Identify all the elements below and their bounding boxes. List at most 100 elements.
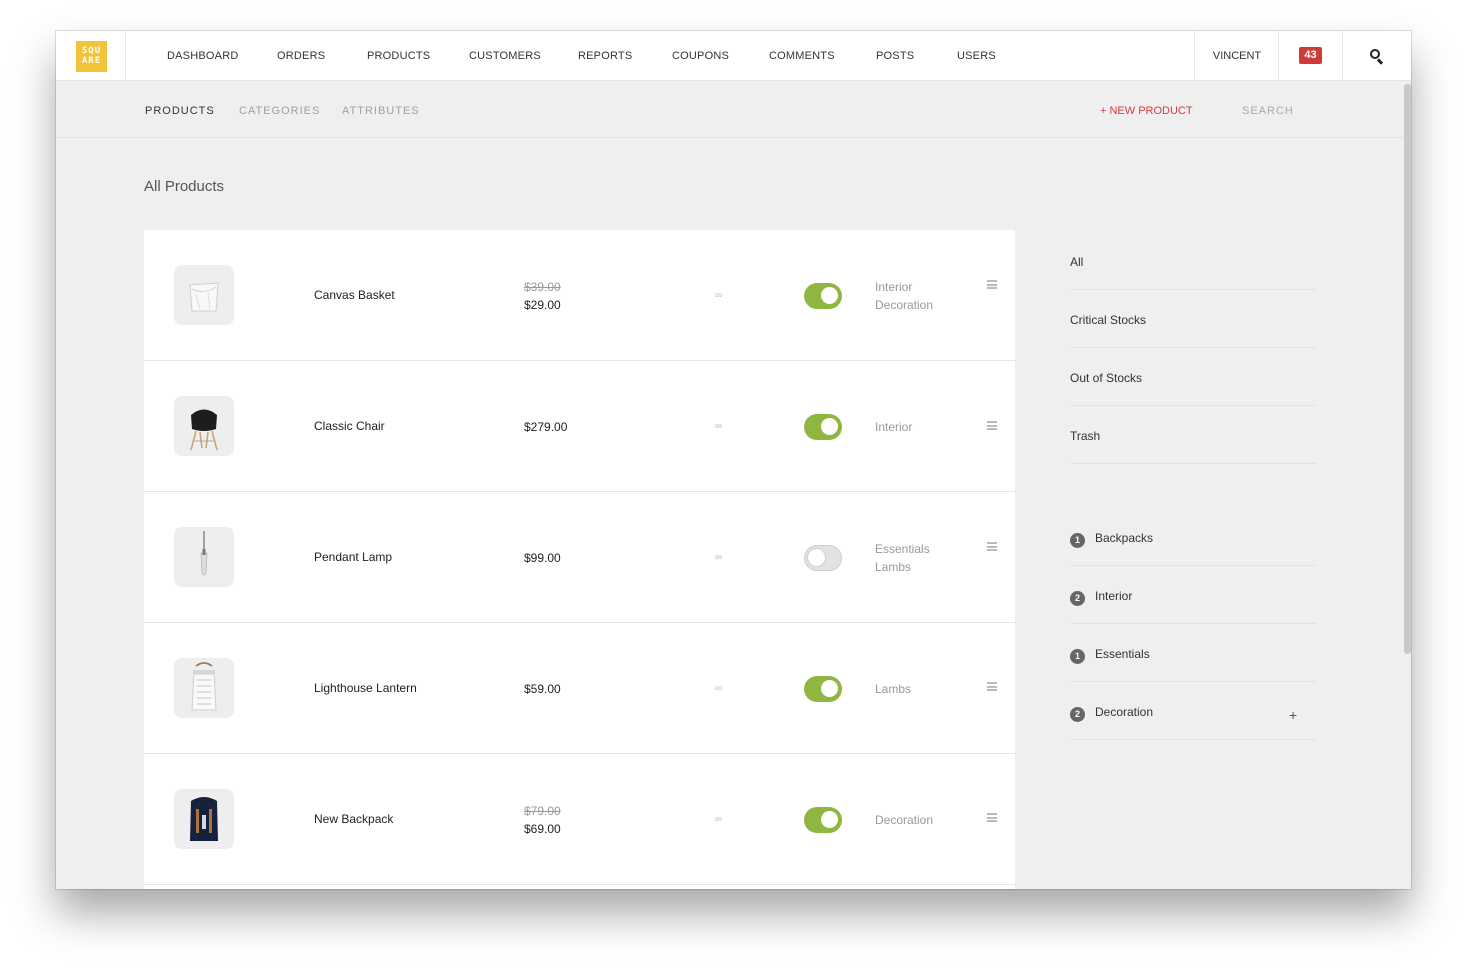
category-tag: Lambs (875, 681, 912, 696)
drag-handle-icon[interactable] (987, 421, 997, 430)
new-product-button[interactable]: + NEW PRODUCT (1100, 81, 1193, 138)
sub-navigation: PRODUCTS CATEGORIES ATTRIBUTES + NEW PRO… (56, 81, 1411, 138)
category-count-badge: 1 (1070, 649, 1085, 664)
product-price: $59.00 (524, 623, 561, 754)
product-row[interactable]: Lighthouse Lantern $59.00 ∞ Lambs (144, 623, 1015, 754)
category-interior[interactable]: 2 Interior (1070, 566, 1316, 624)
product-categories: Essentials Lambs (875, 492, 930, 623)
product-thumbnail[interactable] (174, 789, 234, 849)
brand-logo[interactable]: SQU ARE (76, 41, 107, 72)
nav-item-orders[interactable]: ORDERS (277, 31, 325, 81)
category-count-badge: 2 (1070, 591, 1085, 606)
product-row[interactable]: Pendant Lamp $99.00 ∞ Essentials Lambs (144, 492, 1015, 623)
product-enabled-toggle[interactable] (804, 676, 842, 702)
product-price: $279.00 (524, 361, 567, 492)
stock-infinite: ∞ (715, 421, 723, 432)
scrollbar[interactable] (1404, 84, 1411, 654)
category-count-badge: 2 (1070, 707, 1085, 722)
product-row[interactable]: New Backpack $79.00 $69.00 ∞ Decoration (144, 754, 1015, 885)
nav-item-products[interactable]: PRODUCTS (367, 31, 430, 81)
category-tag: Lambs (875, 559, 912, 574)
logo-cell[interactable]: SQU ARE (56, 31, 126, 81)
search-link[interactable]: SEARCH (1242, 81, 1294, 138)
category-tag: Decoration (875, 812, 934, 827)
product-name[interactable]: Pendant Lamp (314, 492, 392, 623)
drag-handle-icon[interactable] (987, 280, 997, 289)
price-old: $79.00 (524, 803, 561, 818)
category-tag: Decoration (875, 297, 934, 312)
category-essentials[interactable]: 1 Essentials (1070, 624, 1316, 682)
product-thumbnail[interactable] (174, 396, 234, 456)
top-navigation: SQU ARE DASHBOARD ORDERS PRODUCTS CUSTOM… (56, 31, 1411, 81)
filter-label: Out of Stocks (1070, 371, 1143, 385)
drag-handle-icon[interactable] (987, 542, 997, 551)
nav-item-posts[interactable]: POSTS (876, 31, 914, 81)
nav-item-dashboard[interactable]: DASHBOARD (167, 31, 238, 81)
search-icon (1370, 48, 1384, 65)
drag-handle-icon[interactable] (987, 813, 997, 822)
add-category-icon[interactable]: + (1289, 707, 1297, 723)
filter-label: Trash (1070, 429, 1101, 443)
notifications-button[interactable]: 43 (1278, 31, 1342, 81)
price-current: $69.00 (524, 821, 561, 836)
nav-item-customers[interactable]: CUSTOMERS (469, 31, 541, 81)
search-button[interactable] (1342, 31, 1411, 81)
user-menu[interactable]: VINCENT (1194, 31, 1279, 81)
price-current: $279.00 (524, 419, 568, 434)
product-categories: Lambs (875, 623, 911, 754)
product-name[interactable]: Classic Chair (314, 361, 385, 492)
category-count-badge: 1 (1070, 533, 1085, 548)
product-enabled-toggle[interactable] (804, 283, 842, 309)
product-enabled-toggle[interactable] (804, 807, 842, 833)
product-enabled-toggle[interactable] (804, 545, 842, 571)
category-backpacks[interactable]: 1 Backpacks (1070, 508, 1316, 566)
category-tag: Interior (875, 279, 913, 294)
filter-label: Critical Stocks (1070, 313, 1147, 327)
nav-item-comments[interactable]: COMMENTS (769, 31, 835, 81)
product-row[interactable]: Classic Chair $279.00 ∞ Interior (144, 361, 1015, 492)
product-name[interactable]: Canvas Basket (314, 230, 395, 361)
filter-all[interactable]: All (1070, 232, 1316, 290)
tab-products[interactable]: PRODUCTS (145, 81, 215, 138)
category-decoration[interactable]: 2 Decoration + (1070, 682, 1316, 740)
product-name[interactable]: New Backpack (314, 754, 393, 885)
product-list: Canvas Basket $39.00 $29.00 ∞ Interior D… (144, 230, 1015, 889)
product-name[interactable]: Lighthouse Lantern (314, 623, 417, 754)
product-row[interactable]: Canvas Basket $39.00 $29.00 ∞ Interior D… (144, 230, 1015, 361)
product-thumbnail[interactable] (174, 527, 234, 587)
product-thumbnail[interactable] (174, 658, 234, 718)
stock-infinite: ∞ (715, 290, 723, 301)
filter-trash[interactable]: Trash (1070, 406, 1316, 464)
product-thumbnail[interactable] (174, 265, 234, 325)
category-label: Essentials (1095, 647, 1150, 661)
product-price: $99.00 (524, 492, 561, 623)
page-title: All Products (144, 178, 225, 195)
app-window: SQU ARE DASHBOARD ORDERS PRODUCTS CUSTOM… (56, 31, 1411, 889)
category-tag: Interior (875, 419, 913, 434)
product-categories: Interior (875, 361, 912, 492)
price-current: $99.00 (524, 550, 561, 565)
tab-attributes[interactable]: ATTRIBUTES (342, 81, 420, 138)
nav-item-reports[interactable]: REPORTS (578, 31, 632, 81)
tab-categories[interactable]: CATEGORIES (239, 81, 320, 138)
product-price: $39.00 $29.00 (524, 230, 561, 361)
category-tag: Essentials (875, 541, 930, 556)
stock-infinite: ∞ (715, 683, 723, 694)
category-label: Backpacks (1095, 531, 1154, 545)
price-current: $29.00 (524, 297, 561, 312)
filter-out-of-stocks[interactable]: Out of Stocks (1070, 348, 1316, 406)
product-enabled-toggle[interactable] (804, 414, 842, 440)
category-label: Decoration (1095, 705, 1154, 719)
category-label: Interior (1095, 589, 1133, 603)
price-old: $39.00 (524, 279, 561, 294)
product-price: $79.00 $69.00 (524, 754, 561, 885)
drag-handle-icon[interactable] (987, 682, 997, 691)
nav-item-users[interactable]: USERS (957, 31, 996, 81)
product-categories: Interior Decoration (875, 230, 933, 361)
filter-critical-stocks[interactable]: Critical Stocks (1070, 290, 1316, 348)
stock-infinite: ∞ (715, 552, 723, 563)
stock-infinite: ∞ (715, 814, 723, 825)
price-current: $59.00 (524, 681, 561, 696)
nav-item-coupons[interactable]: COUPONS (672, 31, 729, 81)
product-categories: Decoration (875, 754, 933, 885)
